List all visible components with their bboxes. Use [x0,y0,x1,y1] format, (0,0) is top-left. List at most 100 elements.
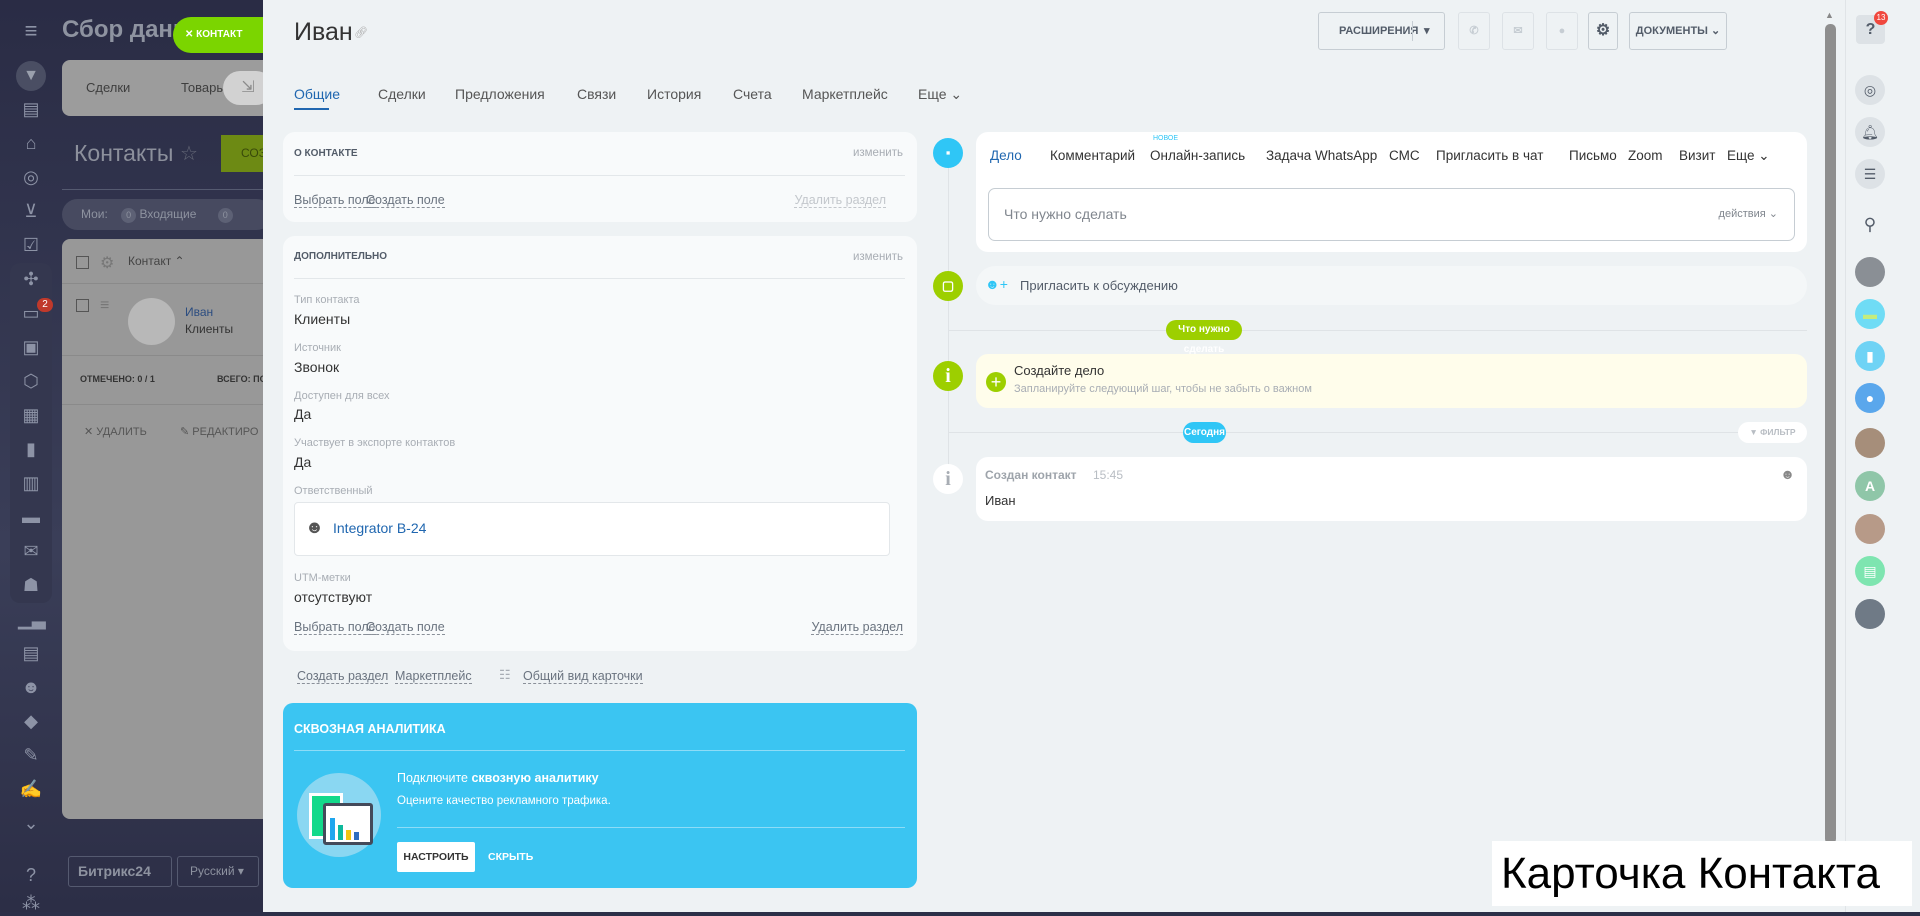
delete-section-link[interactable]: Удалить раздел [794,193,886,208]
chat-icon[interactable]: ▣ [18,334,44,360]
chat-button[interactable]: ● [1546,12,1578,50]
tab-general[interactable]: Общие [294,86,340,102]
chat-list-icon[interactable]: ☰ [1855,159,1885,189]
language-select[interactable]: Русский ▾ [177,856,259,887]
row-checkbox[interactable] [76,299,89,312]
avatar[interactable] [1855,257,1885,287]
plus-icon[interactable]: + [986,372,1006,392]
create-task-prompt[interactable]: + Создайте дело Запланируйте следующий ш… [976,354,1807,408]
hide-button[interactable]: СКРЫТЬ [488,842,533,872]
tab-products[interactable]: Товары [181,80,226,95]
news-icon[interactable]: ▤ [1855,556,1885,586]
crm-icon[interactable]: ✣ [18,266,44,292]
contact-card-icon[interactable]: ▤ [18,640,44,666]
hexagon-icon[interactable]: ⬡ [18,368,44,394]
analytics-icon[interactable]: ▁▃ [18,606,46,632]
tab-comment[interactable]: Комментарий [1050,148,1135,163]
tab-invite-chat[interactable]: Пригласить в чат [1436,148,1543,163]
edit-button[interactable]: ✎ РЕДАКТИРО [180,425,258,438]
cart-icon[interactable]: ⊻ [18,198,44,224]
brand-logo[interactable]: Битрикс24 [68,856,172,887]
tab-more[interactable]: Еще ⌄ [1727,148,1770,164]
drive-icon[interactable]: ▬ [18,504,44,530]
calendar-list-icon[interactable]: ▤ [18,96,44,122]
avatar[interactable] [1855,599,1885,629]
tab-visit[interactable]: Визит [1679,148,1715,163]
channel-icon[interactable]: ◎ [1855,75,1885,105]
delete-button[interactable]: ✕ УДАЛИТЬ [84,425,147,438]
help-icon[interactable]: ? [18,862,44,888]
counter-incoming[interactable]: Входящие [140,207,197,221]
avatar[interactable] [1855,428,1885,458]
tab-zoom[interactable]: Zoom [1628,148,1663,163]
bell-icon[interactable]: 🔔︎ [1855,117,1885,147]
avatar-letter[interactable]: A [1855,471,1885,501]
row-name-link[interactable]: Иван [185,305,213,319]
scroll-up-arrow[interactable]: ▲ [1825,10,1834,20]
calendar-icon[interactable]: ▦ [18,402,44,428]
avatar[interactable] [1855,514,1885,544]
responsible-user[interactable]: ☻ Integrator B-24 [294,502,890,556]
sign-icon[interactable]: ✍ [18,776,44,802]
task-icon[interactable]: ☑ [18,232,44,258]
tab-history[interactable]: История [647,86,701,102]
filter-icon[interactable]: ▼ [16,61,46,91]
tab-task[interactable]: Задача [1266,148,1311,163]
presentation-icon[interactable]: ▥ [18,470,44,496]
user-link[interactable]: Integrator B-24 [333,520,426,536]
extensions-button[interactable]: РАСШИРЕНИЯ ▾ [1318,12,1445,50]
tab-deals[interactable]: Сделки [378,86,426,102]
target-icon[interactable]: ◎ [18,164,44,190]
delete-section-link[interactable]: Удалить раздел [811,620,903,635]
mail-icon[interactable]: ✉ [18,538,44,564]
tab-invoices[interactable]: Счета [733,86,772,102]
menu-icon[interactable]: ≡ [18,18,44,44]
tab-offers[interactable]: Предложения [455,86,545,102]
tab-email[interactable]: Письмо [1569,148,1617,163]
documents-button[interactable]: ДОКУМЕНТЫ ⌄ [1629,12,1727,50]
sitemap-icon[interactable]: ⁂ [18,890,44,916]
tab-online-booking[interactable]: Онлайн-запись [1150,148,1245,163]
todo-input[interactable]: Что нужно сделать действия ⌄ [988,188,1795,241]
dog-avatar-icon[interactable]: ● [1855,383,1885,413]
edit-doc-icon[interactable]: ✎ [18,742,44,768]
team-icon[interactable]: ☗ [18,572,44,598]
call-button[interactable]: ✆ [1458,12,1490,50]
close-slider-button[interactable]: ✕ КОНТАКТ [173,17,273,53]
create-field-link[interactable]: Создать поле [366,193,445,208]
bank-icon[interactable]: ⌂ [18,130,44,156]
add-user-icon[interactable]: ☻+ [985,276,1008,292]
tab-task-item[interactable]: Дело [990,148,1022,163]
column-contact[interactable]: Контакт ⌃ [128,254,185,268]
more-icon[interactable]: ⌄ [18,810,44,836]
drag-handle-icon[interactable]: ≡ [100,297,109,315]
settings-button[interactable]: ⚙ [1588,12,1618,50]
document-icon[interactable]: ▮ [18,436,44,462]
tab-whatsapp[interactable]: WhatsApp [1315,148,1377,163]
common-view-link[interactable]: Общий вид карточки [523,669,643,684]
invite-discussion[interactable]: ☻+ Пригласить к обсуждению [976,266,1807,305]
tab-sms[interactable]: СМС [1389,148,1420,163]
actions-dropdown[interactable]: действия ⌄ [1719,207,1778,220]
create-section-link[interactable]: Создать раздел [297,669,389,684]
chat-avatar-icon[interactable]: ▬ [1855,299,1885,329]
marketplace-link[interactable]: Маркетплейс [395,669,472,684]
edit-link[interactable]: изменить [853,147,903,159]
bookmark-icon[interactable]: ▮ [1855,341,1885,371]
star-icon[interactable]: ☆ [180,141,198,166]
edit-link[interactable]: изменить [853,251,903,263]
tab-deals[interactable]: Сделки [86,80,130,95]
robot-icon[interactable]: ☻ [18,674,44,700]
tab-more[interactable]: Еще ⌄ [918,86,962,103]
select-field-link[interactable]: Выбрать поле [294,620,376,635]
tab-marketplace[interactable]: Маркетплейс [802,86,888,102]
mail-button[interactable]: ✉ [1502,12,1534,50]
link-icon[interactable]: 🔗︎ [354,26,368,39]
search-icon[interactable]: ⚲ [1855,210,1885,240]
create-field-link[interactable]: Создать поле [366,620,445,635]
box-icon[interactable]: ◆ [18,708,44,734]
contact-title[interactable]: Иван [294,18,353,47]
scrollbar-thumb[interactable] [1825,24,1836,844]
setup-button[interactable]: НАСТРОИТЬ [397,842,475,872]
select-field-link[interactable]: Выбрать поле [294,193,376,208]
